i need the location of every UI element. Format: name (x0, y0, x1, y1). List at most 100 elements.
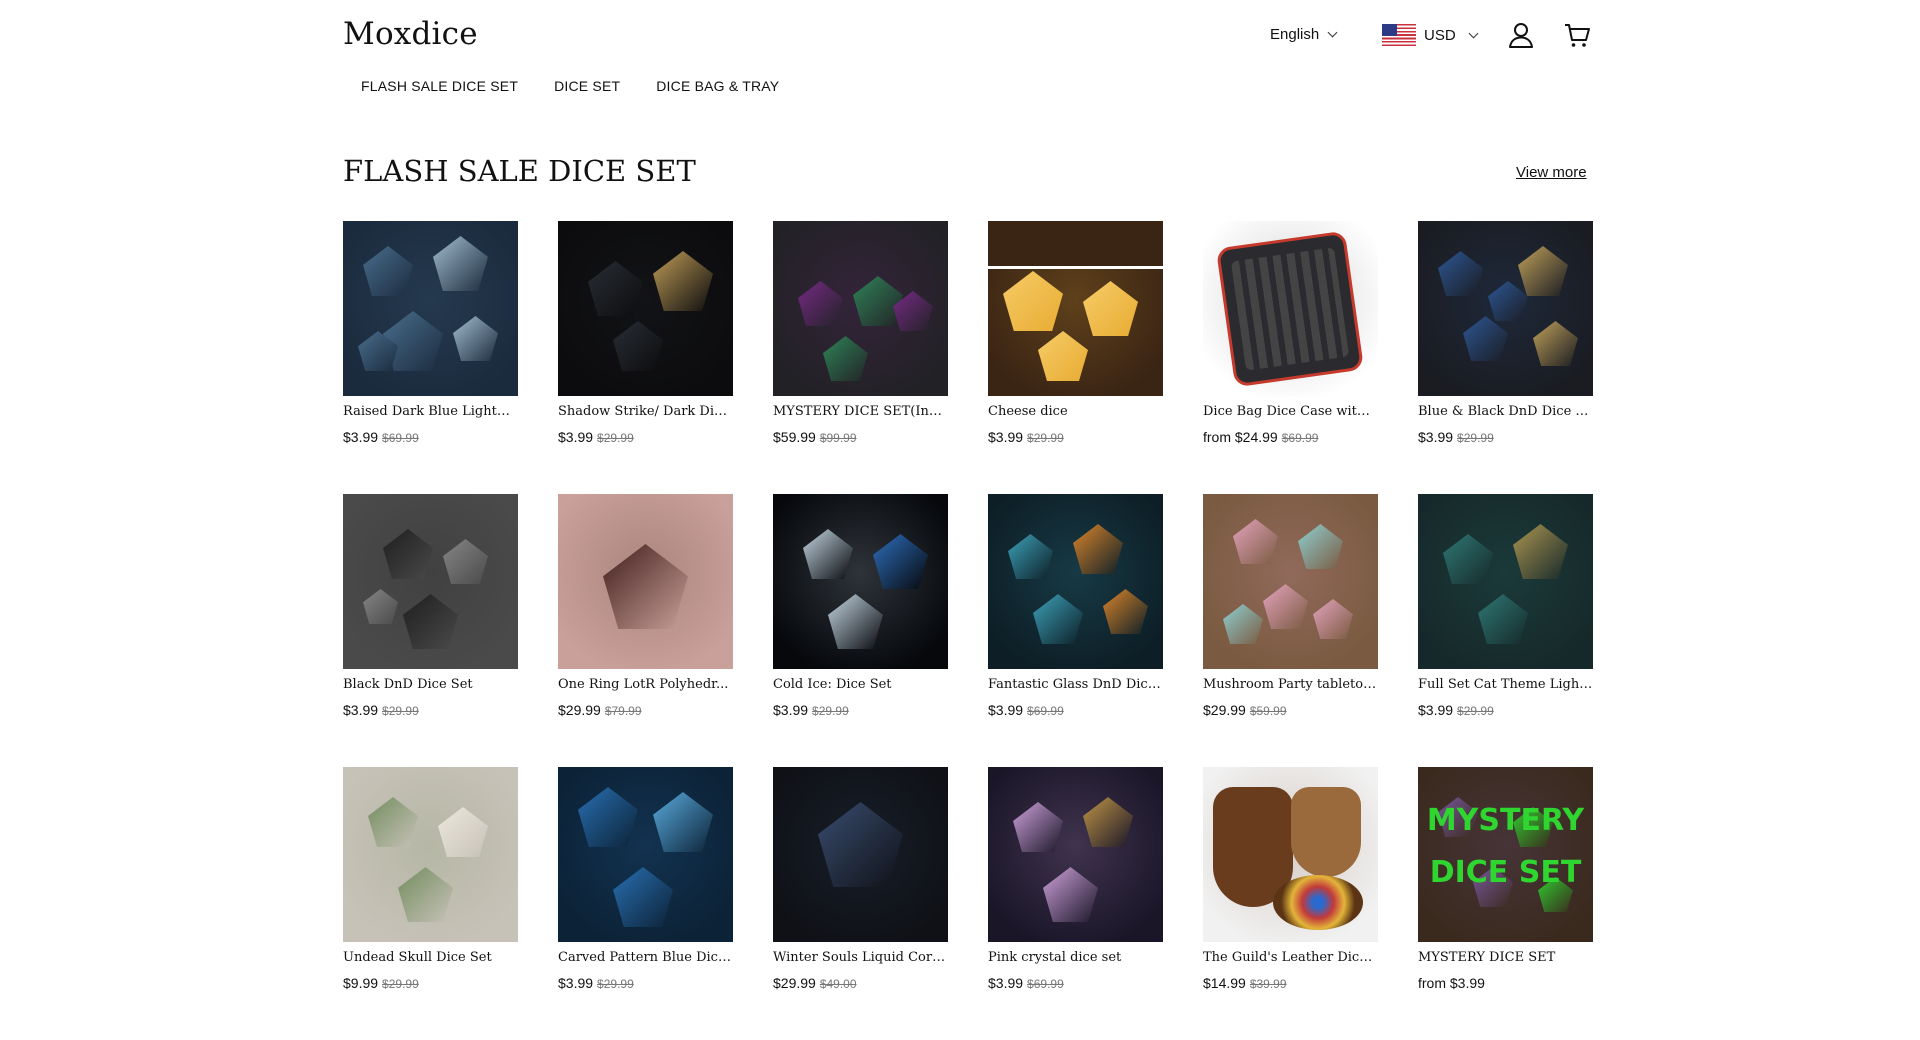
sale-price: $3.99 (988, 702, 1024, 718)
product-card[interactable]: Shadow Strike/ Dark Dice... $3.99 $29.99 (558, 221, 733, 494)
compare-at-price: $29.99 (597, 431, 634, 445)
product-name[interactable]: One Ring LotR Polyhedr... (558, 677, 733, 692)
chevron-down-icon (1468, 28, 1479, 38)
product-card[interactable]: Winter Souls Liquid Core ... $29.99 $49.00 (773, 767, 948, 1040)
compare-at-price: $29.99 (1027, 431, 1064, 445)
product-image[interactable] (988, 494, 1163, 669)
sale-price: $3.99 (343, 702, 379, 718)
product-name[interactable]: Dice Bag Dice Case with ... (1203, 404, 1378, 419)
product-name[interactable]: Blue & Black DnD Dice Set (1418, 404, 1593, 419)
language-label: English (1270, 26, 1320, 43)
store-logo[interactable]: Moxdice (343, 16, 478, 52)
product-card[interactable]: The Guild's Leather Dice ... $14.99 $39.99 (1203, 767, 1378, 1040)
compare-at-price: $59.99 (1249, 704, 1287, 718)
product-card[interactable]: One Ring LotR Polyhedr... $29.99 $79.99 (558, 494, 733, 767)
product-name[interactable]: Winter Souls Liquid Core ... (773, 950, 948, 965)
product-image[interactable] (1203, 494, 1378, 669)
sale-price: $14.99 (1203, 975, 1246, 991)
product-image[interactable] (1418, 221, 1593, 396)
product-card[interactable]: Black DnD Dice Set $3.99 $29.99 (343, 494, 518, 767)
product-name[interactable]: Cold Ice: Dice Set (773, 677, 948, 692)
product-name[interactable]: Carved Pattern Blue Dice ... (558, 950, 733, 965)
view-more-link[interactable]: View more (1516, 164, 1587, 181)
us-flag-icon (1382, 24, 1416, 46)
product-grid: Raised Dark Blue Lightni... $3.99 $69.99 Sh… (343, 221, 1595, 1040)
product-image[interactable] (773, 494, 948, 669)
product-image[interactable] (343, 494, 518, 669)
product-name[interactable]: Full Set Cat Theme Light ... (1418, 677, 1593, 692)
product-name[interactable]: MYSTERY DICE SET(Inclu... (773, 404, 948, 419)
product-name[interactable]: Undead Skull Dice Set (343, 950, 518, 965)
product-card[interactable]: Pink crystal dice set $3.99 $69.99 (988, 767, 1163, 1040)
nav-item-dice-set[interactable]: DICE SET (536, 78, 638, 94)
product-card[interactable]: MYSTERY DICE SET(Inclu... $59.99 $99.99 (773, 221, 948, 494)
product-price-row: $3.99 $29.99 (988, 429, 1163, 445)
account-button[interactable] (1506, 20, 1536, 50)
product-name[interactable]: Shadow Strike/ Dark Dice... (558, 404, 733, 419)
product-image[interactable] (988, 221, 1163, 396)
product-image[interactable] (558, 221, 733, 396)
product-image[interactable] (773, 767, 948, 942)
sale-price: from $24.99 (1203, 429, 1278, 445)
sale-price: $3.99 (1418, 702, 1454, 718)
product-card[interactable]: Blue & Black DnD Dice Set $3.99 $29.99 (1418, 221, 1593, 494)
product-image[interactable] (1203, 767, 1378, 942)
product-name[interactable]: Raised Dark Blue Lightni... (343, 404, 518, 419)
currency-label: USD (1424, 26, 1456, 44)
cart-icon (1565, 24, 1590, 47)
product-card[interactable]: Carved Pattern Blue Dice ... $3.99 $29.99 (558, 767, 733, 1040)
product-card[interactable]: Cold Ice: Dice Set $3.99 $29.99 (773, 494, 948, 767)
site-header: Moxdice English USD FLASH SALE DICE SET … (0, 0, 1920, 110)
product-card[interactable]: Fantastic Glass DnD Dice ... $3.99 $69.99 (988, 494, 1163, 767)
product-price-row: $14.99 $39.99 (1203, 975, 1378, 991)
sale-price: from $3.99 (1418, 975, 1485, 991)
product-price-row: $3.99 $29.99 (343, 702, 518, 718)
product-price-row: $59.99 $99.99 (773, 429, 948, 445)
product-price-row: $3.99 $29.99 (558, 429, 733, 445)
product-name[interactable]: Mushroom Party tabletop... (1203, 677, 1378, 692)
sale-price: $3.99 (558, 975, 594, 991)
product-card[interactable]: Raised Dark Blue Lightni... $3.99 $69.99 (343, 221, 518, 494)
nav-item-dice-bag-tray[interactable]: DICE BAG & TRAY (638, 78, 797, 94)
product-name[interactable]: Fantastic Glass DnD Dice ... (988, 677, 1163, 692)
product-image[interactable]: MYSTERY DICE SET (1418, 767, 1593, 942)
product-image[interactable] (343, 221, 518, 396)
product-image[interactable] (558, 767, 733, 942)
product-card[interactable]: Full Set Cat Theme Light ... $3.99 $29.99 (1418, 494, 1593, 767)
product-name[interactable]: MYSTERY DICE SET (1418, 950, 1593, 965)
compare-at-price: $29.99 (812, 704, 849, 718)
compare-at-price: $69.99 (1027, 977, 1064, 991)
product-image[interactable] (988, 767, 1163, 942)
compare-at-price: $69.99 (1281, 431, 1319, 445)
product-card[interactable]: Cheese dice $3.99 $29.99 (988, 221, 1163, 494)
currency-selector[interactable]: USD (1382, 24, 1479, 46)
product-price-row: $29.99 $49.00 (773, 975, 948, 991)
product-price-row: $3.99 $69.99 (343, 429, 518, 445)
product-image[interactable] (343, 767, 518, 942)
compare-at-price: $29.99 (597, 977, 634, 991)
sale-price: $3.99 (988, 429, 1024, 445)
product-name[interactable]: Black DnD Dice Set (343, 677, 518, 692)
product-image[interactable] (1203, 221, 1378, 396)
sale-price: $29.99 (1203, 702, 1246, 718)
sale-price: $29.99 (773, 975, 816, 991)
language-selector[interactable]: English (1270, 26, 1338, 43)
compare-at-price: $29.99 (382, 704, 419, 718)
sale-price: $3.99 (988, 975, 1024, 991)
product-card[interactable]: Dice Bag Dice Case with ... from $24.99 $6… (1203, 221, 1378, 494)
product-image[interactable] (558, 494, 733, 669)
compare-at-price: $49.00 (819, 977, 857, 991)
product-image[interactable] (773, 221, 948, 396)
product-name[interactable]: The Guild's Leather Dice ... (1203, 950, 1378, 965)
product-name[interactable]: Cheese dice (988, 404, 1163, 419)
product-price-row: $3.99 $29.99 (558, 975, 733, 991)
product-card[interactable]: MYSTERY DICE SET MYSTERY DICE SET from $3.… (1418, 767, 1593, 1040)
compare-at-price: $69.99 (1027, 704, 1064, 718)
product-card[interactable]: Undead Skull Dice Set $9.99 $29.99 (343, 767, 518, 1040)
product-image[interactable] (1418, 494, 1593, 669)
nav-item-flash-sale[interactable]: FLASH SALE DICE SET (343, 78, 536, 94)
product-name[interactable]: Pink crystal dice set (988, 950, 1163, 965)
cart-button[interactable] (1562, 20, 1592, 50)
product-price-row: from $24.99 $69.99 (1203, 429, 1378, 445)
product-card[interactable]: Mushroom Party tabletop... $29.99 $59.99 (1203, 494, 1378, 767)
